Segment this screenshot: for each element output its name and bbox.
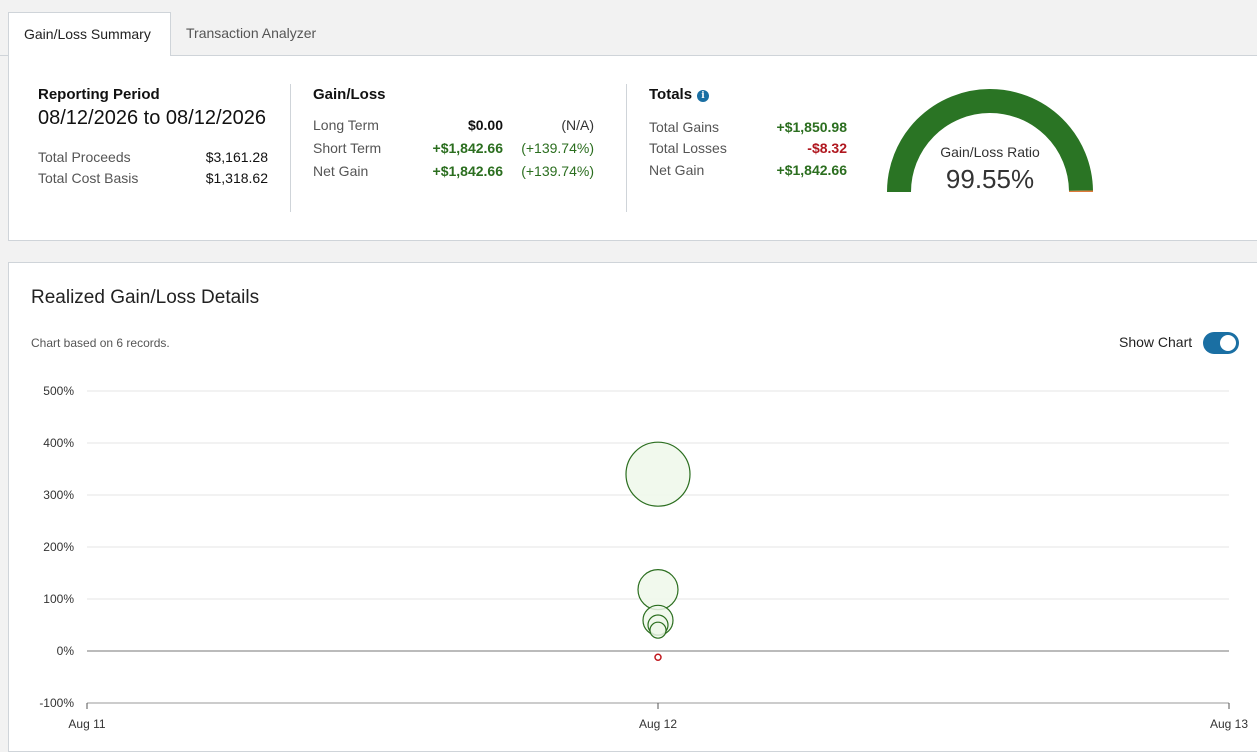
x-tick-label: Aug 13 xyxy=(1210,717,1248,731)
summary-panel: Reporting Period 08/12/2026 to 08/12/202… xyxy=(8,56,1257,241)
total-cost-basis-label: Total Cost Basis xyxy=(38,170,138,186)
total-losses-label: Total Losses xyxy=(649,140,727,156)
details-panel: Realized Gain/Loss Details Chart based o… xyxy=(8,262,1257,752)
reporting-period-dates: 08/12/2026 to 08/12/2026 xyxy=(38,107,266,130)
totals-net-gain-label: Net Gain xyxy=(649,162,704,178)
totals-heading: Totals xyxy=(649,86,692,103)
gain-bubble xyxy=(650,622,666,638)
net-gain-label: Net Gain xyxy=(313,163,368,179)
gain-loss-heading: Gain/Loss xyxy=(313,86,386,103)
gain-bubble xyxy=(638,570,678,610)
tab-transaction-analyzer[interactable]: Transaction Analyzer xyxy=(171,12,331,56)
long-term-label: Long Term xyxy=(313,117,379,133)
long-term-pct: (N/A) xyxy=(504,117,594,133)
total-gains-value: +$1,850.98 xyxy=(747,119,847,135)
y-tick-label: 500% xyxy=(43,384,74,398)
divider xyxy=(626,84,627,212)
short-term-label: Short Term xyxy=(313,140,381,156)
scatter-chart: 500% 400% 300% 200% 100% 0% -100% Aug 11 Aug 12 A… xyxy=(9,263,1257,743)
y-tick-label: 0% xyxy=(57,644,75,658)
net-gain-value: +$1,842.66 xyxy=(403,163,503,179)
net-gain-pct: (+139.74%) xyxy=(504,163,594,179)
gauge-value: 99.55% xyxy=(884,164,1096,195)
totals-net-gain-value: +$1,842.66 xyxy=(747,162,847,178)
short-term-value: +$1,842.66 xyxy=(403,140,503,156)
loss-bubble xyxy=(655,654,661,660)
y-tick-label: 400% xyxy=(43,436,74,450)
gain-loss-ratio-gauge: Gain/Loss Ratio 99.55% xyxy=(884,86,1096,201)
y-tick-label: 100% xyxy=(43,592,74,606)
info-icon[interactable]: i xyxy=(697,90,709,102)
total-gains-label: Total Gains xyxy=(649,119,719,135)
reporting-period-heading: Reporting Period xyxy=(38,86,160,103)
total-cost-basis-value: $1,318.62 xyxy=(168,170,268,186)
total-proceeds-label: Total Proceeds xyxy=(38,149,131,165)
divider xyxy=(290,84,291,212)
y-tick-label: 200% xyxy=(43,540,74,554)
total-losses-value: -$8.32 xyxy=(747,140,847,156)
total-proceeds-value: $3,161.28 xyxy=(168,149,268,165)
x-tick-label: Aug 11 xyxy=(68,717,105,731)
short-term-pct: (+139.74%) xyxy=(504,140,594,156)
long-term-value: $0.00 xyxy=(403,117,503,133)
x-tick-label: Aug 12 xyxy=(639,717,677,731)
tab-bar: Gain/Loss Summary Transaction Analyzer xyxy=(0,0,1257,56)
y-tick-label: -100% xyxy=(39,696,74,710)
tab-gain-loss-summary[interactable]: Gain/Loss Summary xyxy=(8,12,171,57)
y-tick-label: 300% xyxy=(43,488,74,502)
gain-bubble xyxy=(626,442,690,506)
gauge-label: Gain/Loss Ratio xyxy=(884,144,1096,160)
